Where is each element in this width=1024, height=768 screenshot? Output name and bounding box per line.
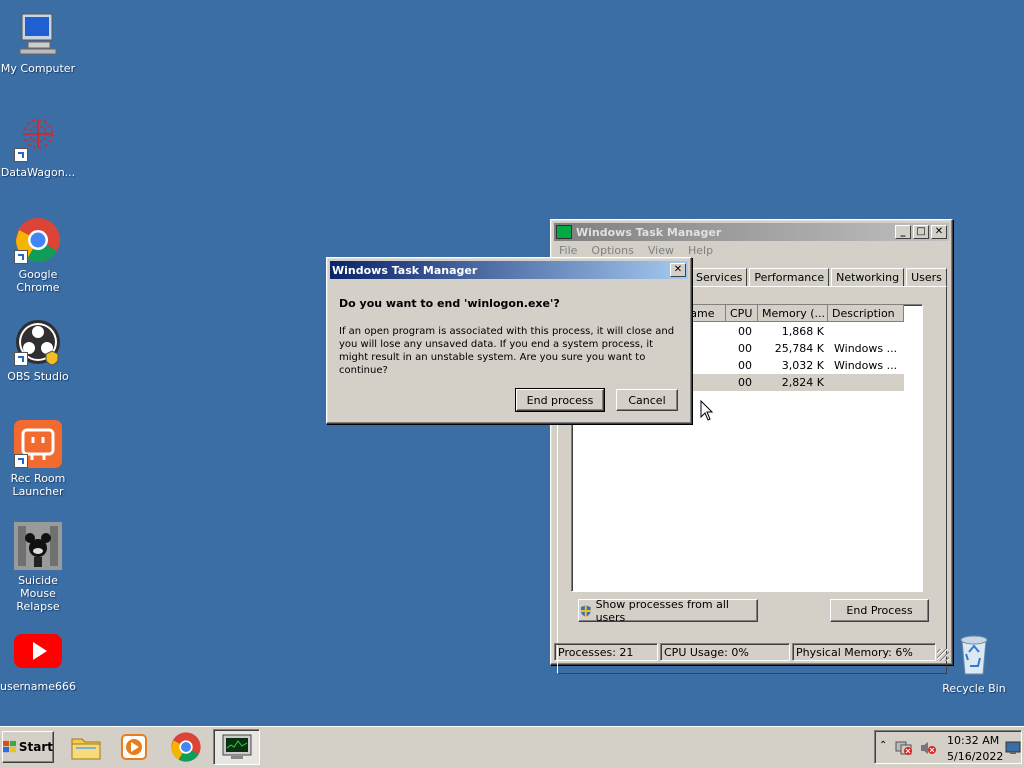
cpu-cell: 00 (738, 376, 752, 389)
close-button[interactable]: ✕ (931, 225, 947, 239)
status-processes: Processes: 21 (554, 643, 658, 661)
obs-icon (14, 318, 62, 366)
shortcut-arrow-icon (14, 454, 28, 468)
suicide-mouse-icon (14, 522, 62, 570)
memory-cell: 2,824 K (781, 376, 824, 389)
task-manager-taskbar-button[interactable] (213, 729, 260, 765)
network-disconnected-icon[interactable] (895, 740, 913, 756)
desktop-icon-rec-room[interactable]: Rec Room Launcher (0, 420, 76, 498)
desktop-icon-google-chrome[interactable]: Google Chrome (0, 216, 76, 294)
desktop-icon-label: Recycle Bin (942, 682, 1006, 695)
uac-shield-icon (580, 604, 591, 617)
tab-networking[interactable]: Networking (831, 268, 905, 286)
system-tray: ⌃ 10:32 AM 5/16/2022 (874, 730, 1022, 764)
show-desktop-icon[interactable] (1005, 741, 1021, 755)
desktop-icon-username666[interactable]: username666 (0, 628, 76, 693)
status-cpu-usage: CPU Usage: 0% (660, 643, 790, 661)
maximize-button[interactable]: □ (913, 225, 929, 239)
memory-cell: 1,868 K (781, 325, 824, 338)
shortcut-arrow-icon (14, 352, 28, 366)
desktop-icon-my-computer[interactable]: My Computer (0, 10, 76, 75)
task-manager-app-icon (556, 225, 572, 239)
computer-icon (14, 10, 62, 58)
column-header-cpu[interactable]: CPU (726, 305, 758, 322)
chrome-icon (14, 216, 62, 264)
desktop-icon-label: OBS Studio (7, 370, 69, 383)
resize-grip-icon[interactable] (937, 649, 949, 661)
file-explorer-icon[interactable] (70, 731, 102, 763)
taskbar: Start ⌃ 10:32 AM 5/16/2022 (0, 726, 1024, 768)
minimize-button[interactable]: _ (895, 225, 911, 239)
menu-file[interactable]: File (559, 244, 577, 257)
task-manager-taskbar-icon (222, 734, 252, 759)
desktop-icon-obs-studio[interactable]: OBS Studio (0, 318, 76, 383)
cpu-cell: 00 (738, 342, 752, 355)
shortcut-arrow-icon (14, 250, 28, 264)
cpu-cell: 00 (738, 325, 752, 338)
desktop-icon-datawagon[interactable]: DataWagon... (0, 114, 76, 179)
status-physical-memory: Physical Memory: 6% (792, 643, 936, 661)
tab-services[interactable]: Services (691, 268, 748, 286)
memory-cell: 3,032 K (781, 359, 824, 372)
datawagon-icon (14, 114, 62, 162)
start-button[interactable]: Start (2, 731, 54, 763)
show-all-processes-label: Show processes from all users (595, 597, 729, 624)
tab-users[interactable]: Users (906, 268, 947, 286)
end-process-dialog: Windows Task Manager ✕ Do you want to en… (326, 257, 692, 424)
cpu-cell: 00 (738, 359, 752, 372)
column-header-memory[interactable]: Memory (... (758, 305, 828, 322)
menu-options[interactable]: Options (591, 244, 633, 257)
confirm-end-process-button[interactable]: End process (515, 388, 605, 412)
youtube-icon (14, 628, 62, 676)
desktop-icon-label: My Computer (0, 62, 76, 75)
tab-performance[interactable]: Performance (749, 268, 830, 286)
desktop-icon-label: Suicide Mouse Relapse (16, 574, 60, 613)
dialog-message: If an open program is associated with th… (339, 326, 675, 376)
chrome-taskbar-icon[interactable] (170, 731, 202, 763)
dialog-question: Do you want to end 'winlogon.exe'? (339, 297, 560, 310)
task-manager-menu-bar: File Options View Help (559, 244, 713, 257)
desktop-icon-label: Google Chrome (16, 268, 60, 294)
desktop-icon-suicide-mouse[interactable]: Suicide Mouse Relapse (0, 522, 76, 613)
tray-expand-icon[interactable]: ⌃ (879, 740, 887, 751)
volume-muted-icon[interactable] (919, 740, 937, 756)
shortcut-arrow-icon (14, 148, 28, 162)
clock-time[interactable]: 10:32 AM (947, 734, 999, 747)
memory-cell: 25,784 K (774, 342, 824, 355)
dialog-title: Windows Task Manager (332, 263, 478, 277)
menu-help[interactable]: Help (688, 244, 713, 257)
description-cell: Windows ... (834, 359, 898, 372)
desktop-icon-label: DataWagon... (0, 166, 76, 179)
dialog-close-button[interactable]: ✕ (670, 263, 686, 277)
mouse-cursor-icon (700, 400, 714, 421)
start-label: Start (18, 740, 53, 754)
task-manager-tabs: Services Performance Networking Users (691, 268, 949, 286)
task-manager-title: Windows Task Manager (576, 225, 722, 239)
desktop-icon-label: username666 (0, 680, 76, 693)
show-all-processes-button[interactable]: Show processes from all users (578, 597, 758, 624)
cancel-button[interactable]: Cancel (616, 389, 678, 411)
clock-date[interactable]: 5/16/2022 (947, 750, 1003, 763)
recycle-bin-icon (950, 630, 998, 678)
desktop-icon-label: Rec Room Launcher (10, 472, 66, 498)
rec-room-icon (14, 420, 62, 468)
end-process-button[interactable]: End Process (830, 599, 929, 622)
description-cell: Windows ... (834, 342, 898, 355)
dialog-title-bar[interactable]: Windows Task Manager ✕ (330, 261, 688, 279)
column-header-description[interactable]: Description (828, 305, 904, 322)
media-player-icon[interactable] (118, 731, 150, 763)
menu-view[interactable]: View (648, 244, 674, 257)
windows-logo-icon (3, 740, 16, 753)
task-manager-title-bar[interactable]: Windows Task Manager _ □ ✕ (554, 223, 949, 241)
